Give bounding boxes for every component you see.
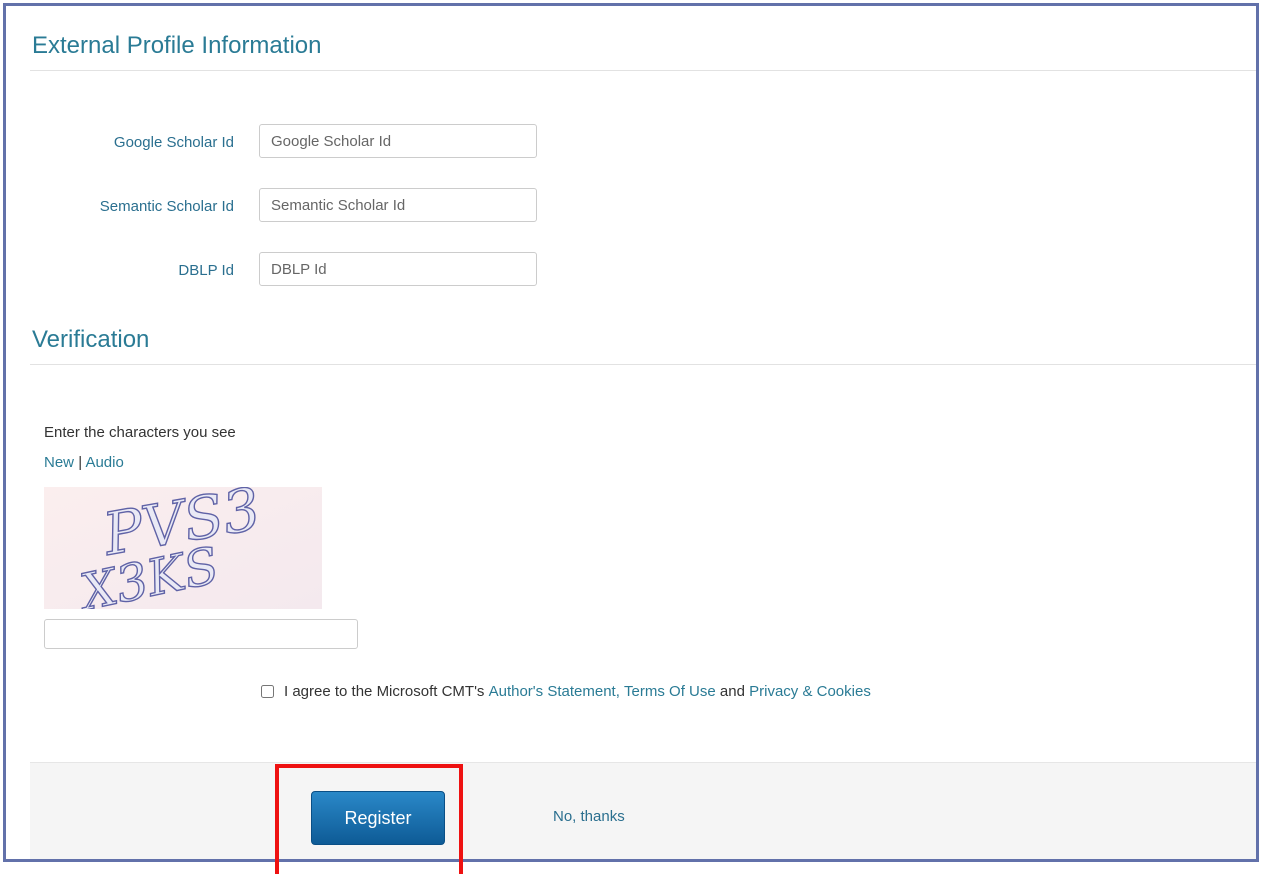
highlight-box (275, 764, 463, 874)
no-thanks-link[interactable]: No, thanks (553, 808, 625, 825)
dblp-input[interactable] (259, 252, 537, 286)
agreement-row: I agree to the Microsoft CMT's Author's … (261, 683, 871, 700)
captcha-image: PVS3 X3KS (44, 487, 322, 609)
section-divider (30, 364, 1256, 365)
google-scholar-input[interactable] (259, 124, 537, 158)
link-separator: | (78, 454, 83, 471)
page-frame: External Profile Information Google Scho… (3, 3, 1259, 862)
captcha-links: New | Audio (44, 454, 124, 471)
agreement-and: and (719, 683, 745, 700)
google-scholar-label: Google Scholar Id (113, 134, 234, 151)
authors-statement-link[interactable]: Author's Statement, (489, 683, 620, 700)
section-divider (30, 70, 1256, 71)
agree-checkbox[interactable] (261, 685, 274, 698)
external-profile-heading: External Profile Information (32, 32, 322, 59)
captcha-prompt: Enter the characters you see (44, 424, 236, 441)
semantic-scholar-input[interactable] (259, 188, 537, 222)
terms-of-use-link[interactable]: Terms Of Use (624, 683, 716, 700)
captcha-new-link[interactable]: New (44, 454, 74, 471)
captcha-audio-link[interactable]: Audio (85, 454, 123, 471)
verification-heading: Verification (32, 326, 150, 353)
semantic-scholar-label: Semantic Scholar Id (99, 198, 234, 215)
privacy-cookies-link[interactable]: Privacy & Cookies (749, 683, 871, 700)
form-footer (30, 762, 1256, 859)
captcha-input[interactable] (44, 619, 358, 649)
dblp-label: DBLP Id (178, 262, 234, 279)
agreement-prefix: I agree to the Microsoft CMT's (284, 683, 485, 700)
